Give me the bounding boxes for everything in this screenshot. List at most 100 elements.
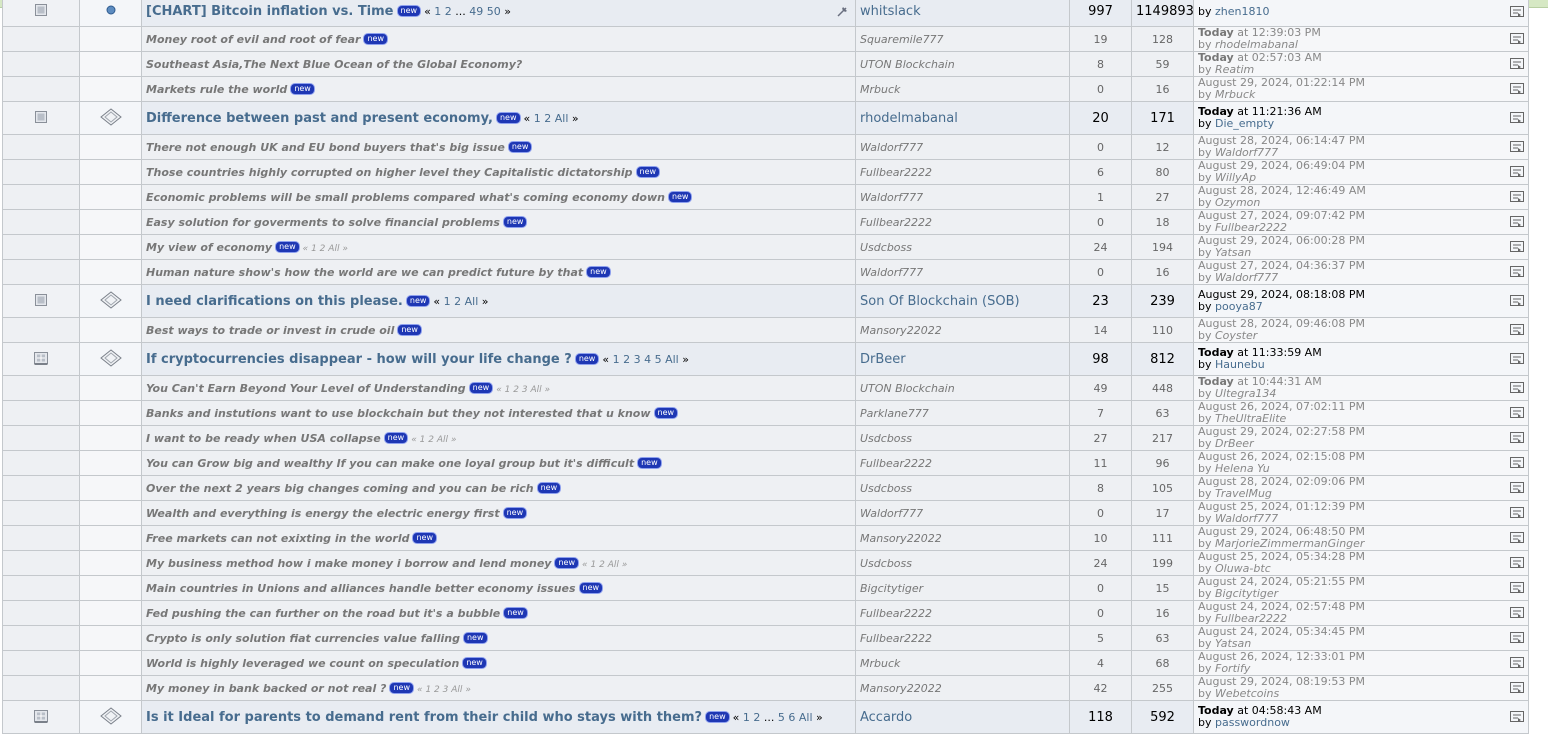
topic-starter[interactable]: Usdcboss (855, 234, 1070, 260)
new-badge[interactable]: new (667, 190, 693, 203)
new-badge[interactable]: new (405, 294, 431, 307)
topic-title-link[interactable]: You can Grow big and wealthy If you can … (146, 457, 634, 470)
new-badge[interactable]: new (586, 265, 611, 278)
page-link[interactable]: 2 (513, 385, 519, 395)
topic-title-link[interactable]: Money root of evil and root of fear (146, 33, 360, 46)
topic-title-link[interactable]: Economic problems will be small problems… (146, 191, 665, 204)
new-badge[interactable]: new (389, 681, 414, 694)
new-badge[interactable]: new (468, 381, 494, 394)
topic-title-link[interactable]: Over the next 2 years big changes coming… (146, 482, 534, 495)
page-link[interactable]: 1 (505, 385, 511, 395)
last-post-user[interactable]: Waldorf777 (1215, 146, 1278, 159)
last-post-user[interactable]: rhodelmabanal (1215, 38, 1298, 51)
new-badge[interactable]: new (578, 581, 604, 594)
topic-starter[interactable]: rhodelmabanal (855, 101, 1070, 135)
new-badge[interactable]: new (275, 240, 300, 253)
topic-starter[interactable]: Usdcboss (855, 550, 1070, 576)
new-badge[interactable]: new (502, 506, 528, 519)
page-link[interactable]: 2 (434, 685, 440, 695)
topic-starter[interactable]: Fullbear2222 (855, 450, 1070, 476)
new-badge[interactable]: new (502, 215, 528, 228)
last-post-user[interactable]: Yatsan (1215, 246, 1251, 259)
page-link[interactable]: 1 (590, 560, 596, 570)
page-link[interactable]: 2 (428, 435, 434, 445)
page-link[interactable]: 2 (599, 560, 605, 570)
topic-title-link[interactable]: Best ways to trade or invest in crude oi… (146, 324, 394, 337)
last-post-user[interactable]: Reatim (1215, 63, 1254, 76)
topic-starter[interactable]: DrBeer (855, 342, 1070, 376)
topic-title-link[interactable]: My money in bank backed or not real ? (146, 682, 386, 695)
last-post-user[interactable]: Coyster (1215, 329, 1257, 342)
last-post-user[interactable]: Fullbear2222 (1215, 221, 1287, 234)
page-all-link[interactable]: All (530, 385, 541, 395)
last-post-user[interactable]: MarjorieZimmermanGinger (1215, 537, 1364, 550)
topic-starter[interactable]: Waldorf777 (855, 500, 1070, 526)
topic-starter[interactable]: Waldorf777 (855, 134, 1070, 160)
page-link[interactable]: 2 (445, 5, 452, 18)
page-all-link[interactable]: All (437, 435, 448, 445)
page-all-link[interactable]: All (451, 685, 462, 695)
topic-starter[interactable]: Fullbear2222 (855, 159, 1070, 185)
topic-title-link[interactable]: I need clarifications on this please. (146, 294, 403, 309)
new-badge[interactable]: new (396, 5, 422, 17)
page-link[interactable]: 2 (623, 353, 630, 366)
topic-starter[interactable]: Mansory22022 (855, 317, 1070, 343)
last-post-user[interactable]: Waldorf777 (1215, 271, 1278, 284)
topic-starter[interactable]: Usdcboss (855, 475, 1070, 501)
page-all-link[interactable]: All (665, 353, 679, 366)
topic-starter[interactable]: whitslack (855, 0, 1070, 27)
new-badge[interactable]: new (412, 531, 438, 544)
last-post-user[interactable]: Fortify (1215, 662, 1250, 675)
topic-title-link[interactable]: My business method how i make money i bo… (146, 557, 551, 570)
last-post-user[interactable]: Ozymon (1215, 196, 1260, 209)
page-link[interactable]: 1 (311, 244, 317, 254)
topic-title-link[interactable]: Wealth and everything is energy the elec… (146, 507, 500, 520)
topic-title-link[interactable]: Difference between past and present econ… (146, 111, 493, 126)
topic-starter[interactable]: UTON Blockchain (855, 375, 1070, 401)
page-all-link[interactable]: All (465, 295, 479, 308)
new-badge[interactable]: new (290, 82, 315, 95)
page-link[interactable]: 4 (644, 353, 651, 366)
last-post-user[interactable]: zhen1810 (1215, 5, 1269, 18)
page-link[interactable]: 2 (454, 295, 461, 308)
new-badge[interactable]: new (705, 710, 730, 723)
topic-title-link[interactable]: Crypto is only solution fiat currencies … (146, 632, 460, 645)
page-all-link[interactable]: All (555, 112, 569, 125)
topic-starter[interactable]: Fullbear2222 (855, 625, 1070, 651)
topic-starter[interactable]: Mansory22022 (855, 675, 1070, 701)
page-link[interactable]: 1 (434, 5, 441, 18)
topic-title-link[interactable]: Free markets can not exixting in the wor… (146, 532, 409, 545)
new-badge[interactable]: new (637, 456, 662, 469)
last-post-user[interactable]: TravelMug (1215, 487, 1272, 500)
topic-title-link[interactable]: You Can't Earn Beyond Your Level of Unde… (146, 382, 466, 395)
page-link[interactable]: 1 (534, 112, 541, 125)
last-post-user[interactable]: Bigcitytiger (1215, 587, 1278, 600)
page-link[interactable]: 6 (788, 711, 795, 724)
topic-starter[interactable]: Parklane777 (855, 400, 1070, 426)
page-link[interactable]: 3 (522, 385, 528, 395)
last-post-user[interactable]: Waldorf777 (1215, 512, 1278, 525)
new-badge[interactable]: new (574, 352, 600, 365)
page-link[interactable]: 2 (753, 711, 760, 724)
last-post-user[interactable]: pooya87 (1215, 300, 1263, 313)
new-badge[interactable]: new (536, 481, 562, 494)
last-post-user[interactable]: Mrbuck (1215, 88, 1255, 101)
topic-starter[interactable]: Fullbear2222 (855, 209, 1070, 235)
topic-title-link[interactable]: Main countries in Unions and alliances h… (146, 582, 576, 595)
new-badge[interactable]: new (635, 165, 661, 178)
page-link[interactable]: 3 (443, 685, 449, 695)
topic-starter[interactable]: Usdcboss (855, 425, 1070, 451)
topic-title-link[interactable]: There not enough UK and EU bond buyers t… (146, 141, 505, 154)
new-badge[interactable]: new (653, 406, 679, 419)
last-post-user[interactable]: Ultegra134 (1215, 387, 1276, 400)
topic-starter[interactable]: Son Of Blockchain (SOB) (855, 284, 1070, 318)
page-link[interactable]: 1 (420, 435, 426, 445)
last-post-user[interactable]: passwordnow (1215, 716, 1290, 729)
topic-title-link[interactable]: Human nature show's how the world are we… (146, 266, 583, 279)
page-link[interactable]: 1 (425, 685, 431, 695)
last-post-user[interactable]: TheUltraElite (1215, 412, 1286, 425)
topic-starter[interactable]: Bigcitytiger (855, 575, 1070, 601)
topic-starter[interactable]: Waldorf777 (855, 184, 1070, 210)
new-badge[interactable]: new (397, 323, 422, 336)
topic-starter[interactable]: Waldorf777 (855, 259, 1070, 285)
